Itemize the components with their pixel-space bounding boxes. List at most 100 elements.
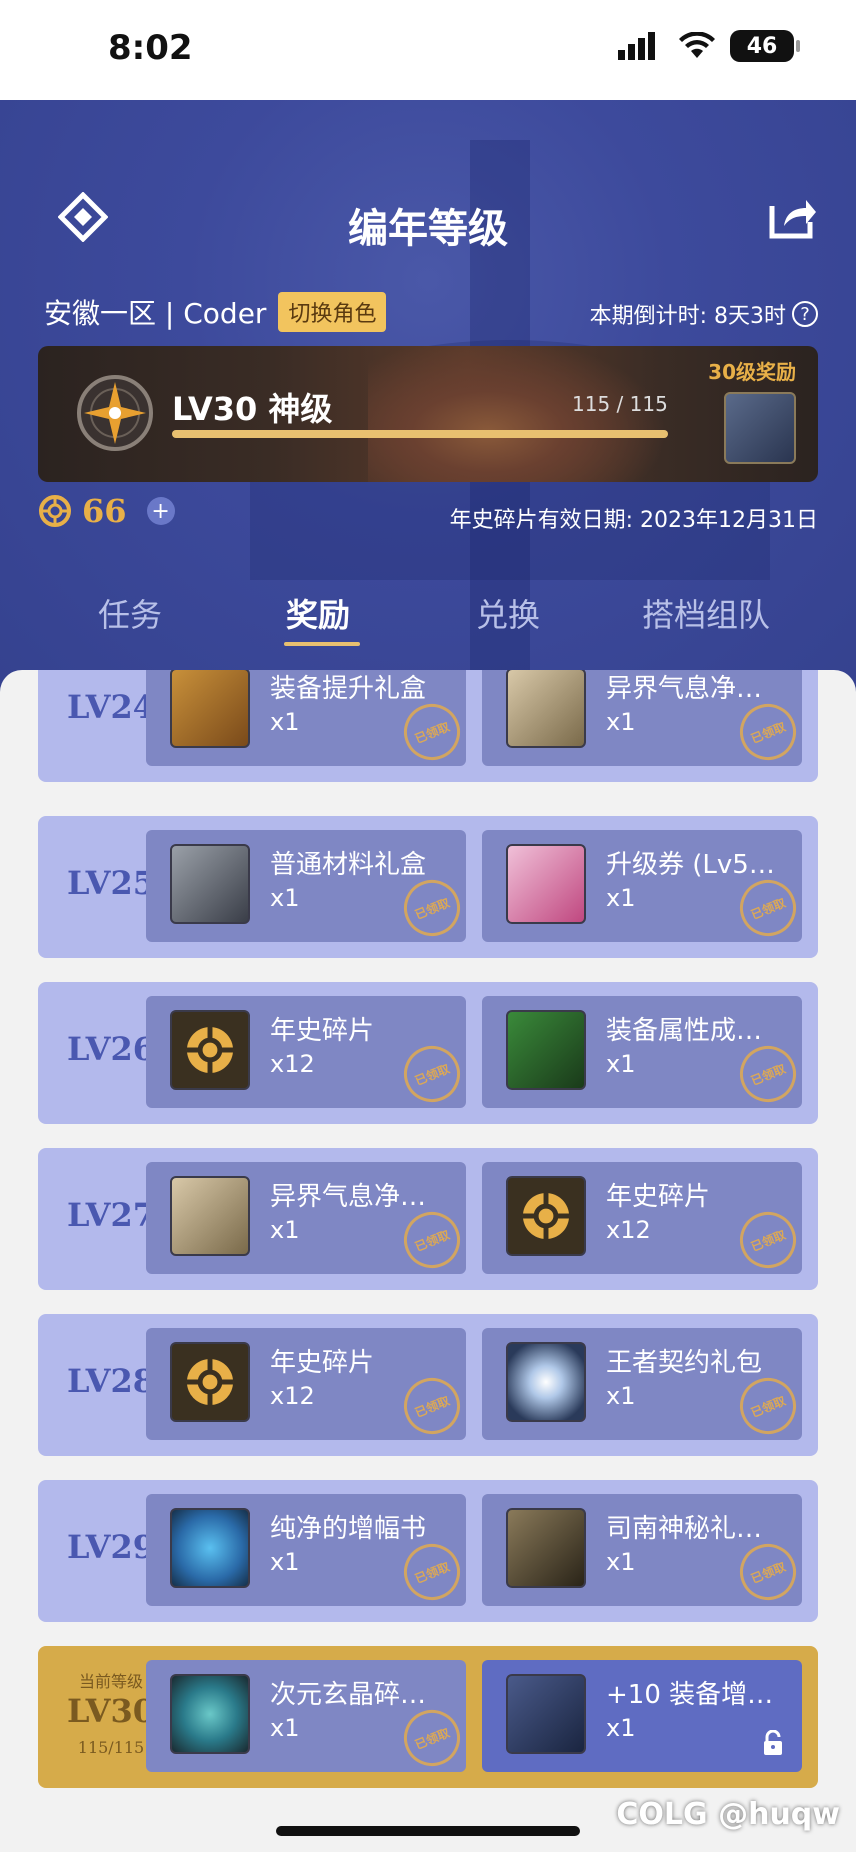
expire-date: 年史碎片有效日期: 2023年12月31日 — [449, 508, 818, 533]
item-name: 异界气息净… — [606, 674, 763, 704]
coin-count: 66 — [82, 492, 127, 530]
reward-tag: 30级奖励 — [708, 360, 796, 384]
reward-item[interactable]: 司南神秘礼… x1 已领取 — [482, 1494, 802, 1606]
active-tab-indicator — [284, 642, 360, 646]
item-qty: x1 — [606, 1382, 636, 1410]
battery-icon: 46 — [730, 30, 800, 62]
reward-item[interactable]: 异界气息净… x1 已领取 — [146, 1162, 466, 1274]
claimed-stamp: 已领取 — [395, 1535, 466, 1606]
tab-team[interactable]: 搭档组队 — [642, 590, 770, 636]
scroll-icon — [506, 670, 586, 748]
claimed-stamp: 已领取 — [395, 871, 466, 942]
item-qty: x1 — [270, 884, 300, 912]
reward-item-locked[interactable]: +10 装备增… x1 — [482, 1660, 802, 1772]
reward-item[interactable]: 年史碎片 x12 已领取 — [146, 1328, 466, 1440]
coin-icon — [39, 495, 71, 527]
countdown-text: 本期倒计时: 8天3时 — [589, 304, 786, 329]
level-banner[interactable]: LV30 神级 115 / 115 30级奖励 — [38, 346, 818, 482]
home-indicator[interactable] — [276, 1826, 580, 1836]
item-name: 次元玄晶碎… — [270, 1680, 427, 1710]
item-name: 王者契约礼包 — [606, 1348, 763, 1378]
status-time: 8:02 — [108, 28, 193, 68]
level-card-lv26: LV26 年史碎片 x12 已领取 装备属性成… x1 已领取 — [38, 982, 818, 1124]
item-qty: x12 — [270, 1050, 315, 1078]
item-name: 年史碎片 — [270, 1348, 375, 1378]
progress-text: 115 / 115 — [572, 392, 668, 416]
reward-item[interactable]: 纯净的增幅书 x1 已领取 — [146, 1494, 466, 1606]
item-name: 装备提升礼盒 — [270, 674, 427, 704]
item-qty: x1 — [606, 1050, 636, 1078]
reward-item[interactable]: 年史碎片 x12 已领取 — [482, 1162, 802, 1274]
status-icons: 46 — [618, 30, 800, 62]
item-qty: x1 — [606, 1714, 636, 1742]
burst-icon — [506, 1342, 586, 1422]
share-icon[interactable] — [766, 192, 818, 240]
progress-bar — [172, 430, 668, 438]
item-qty: x1 — [270, 1216, 300, 1244]
help-icon[interactable]: ? — [792, 301, 818, 327]
wifi-icon — [679, 32, 715, 58]
claimed-stamp: 已领取 — [731, 1535, 802, 1606]
item-name: 司南神秘礼… — [606, 1514, 763, 1544]
countdown: 本期倒计时: 8天3时 ? — [590, 298, 818, 330]
reward-item[interactable]: 次元玄晶碎… x1 已领取 — [146, 1660, 466, 1772]
chest-icon — [170, 844, 250, 924]
compass-icon — [77, 375, 153, 451]
item-qty: x1 — [270, 1714, 300, 1742]
claimed-stamp: 已领取 — [731, 1369, 802, 1440]
item-name: 异界气息净… — [270, 1182, 427, 1212]
level-card-lv27: LV27 异界气息净… x1 已领取 年史碎片 x12 已领取 — [38, 1148, 818, 1290]
plus10-ticket-icon — [506, 1674, 586, 1754]
page-title: 编年等级 — [348, 206, 508, 252]
claimed-stamp: 已领取 — [395, 695, 466, 766]
scroll-icon — [170, 1176, 250, 1256]
claimed-stamp: 已领取 — [395, 1701, 466, 1772]
item-qty: x1 — [606, 1548, 636, 1576]
switch-role-button[interactable]: 切换角色 — [278, 292, 387, 332]
signal-icon — [618, 32, 655, 60]
tab-exchange[interactable]: 兑换 — [476, 590, 540, 636]
plus10-ticket-icon[interactable] — [724, 392, 796, 464]
hero-header: 编年等级 安徽一区 | Coder 切换角色 本期倒计时: 8天3时 ? LV3… — [0, 100, 856, 700]
claimed-stamp: 已领取 — [731, 1037, 802, 1108]
add-coin-button[interactable]: + — [146, 497, 175, 525]
level-up-ticket-icon — [506, 844, 586, 924]
item-qty: x1 — [270, 708, 300, 736]
tab-tasks[interactable]: 任务 — [98, 590, 162, 636]
pouch-icon — [170, 1674, 250, 1754]
progress-fill — [172, 430, 668, 438]
tab-rewards[interactable]: 奖励 — [286, 590, 350, 636]
item-qty: x1 — [270, 1548, 300, 1576]
claimed-stamp: 已领取 — [395, 1203, 466, 1274]
claimed-stamp: 已领取 — [395, 1369, 466, 1440]
claimed-stamp: 已领取 — [395, 1037, 466, 1108]
claimed-stamp: 已领取 — [731, 1203, 802, 1274]
item-qty: x12 — [270, 1382, 315, 1410]
level-card-lv24: LV24 装备提升礼盒 x1 已领取 异界气息净… x1 已领取 — [38, 670, 818, 782]
item-name: 普通材料礼盒 — [270, 850, 427, 880]
level-name: LV30 神级 — [172, 390, 333, 428]
reward-item[interactable]: 王者契约礼包 x1 已领取 — [482, 1328, 802, 1440]
reward-item[interactable]: 装备属性成… x1 已领取 — [482, 996, 802, 1108]
reward-item[interactable]: 升级券 (Lv5… x1 已领取 — [482, 830, 802, 942]
reward-item[interactable]: 装备提升礼盒 x1 已领取 — [146, 670, 466, 766]
level-card-lv25: LV25 普通材料礼盒 x1 已领取 升级券 (Lv5… x1 已领取 — [38, 816, 818, 958]
claimed-stamp: 已领取 — [731, 871, 802, 942]
item-qty: x12 — [606, 1216, 651, 1244]
compass-box-icon — [506, 1508, 586, 1588]
level-card-current: 当前等级 LV30 115/115 次元玄晶碎… x1 已领取 +10 装备增…… — [38, 1646, 818, 1788]
reward-item[interactable]: 年史碎片 x12 已领取 — [146, 996, 466, 1108]
reward-item[interactable]: 异界气息净… x1 已领取 — [482, 670, 802, 766]
watermark: COLG @huqw — [616, 1797, 840, 1832]
item-qty: x1 — [606, 884, 636, 912]
level-card-lv28: LV28 年史碎片 x12 已领取 王者契约礼包 x1 已领取 — [38, 1314, 818, 1456]
claimed-stamp: 已领取 — [731, 695, 802, 766]
sword-upgrade-icon — [506, 1010, 586, 1090]
reward-item[interactable]: 普通材料礼盒 x1 已领取 — [146, 830, 466, 942]
gift-box-icon — [170, 670, 250, 748]
reward-list: LV24 装备提升礼盒 x1 已领取 异界气息净… x1 已领取 LV25 普通… — [0, 670, 856, 1852]
item-name: 装备属性成… — [606, 1016, 763, 1046]
item-qty: x1 — [606, 708, 636, 736]
item-name: +10 装备增… — [606, 1680, 774, 1710]
coin-icon — [170, 1010, 250, 1090]
